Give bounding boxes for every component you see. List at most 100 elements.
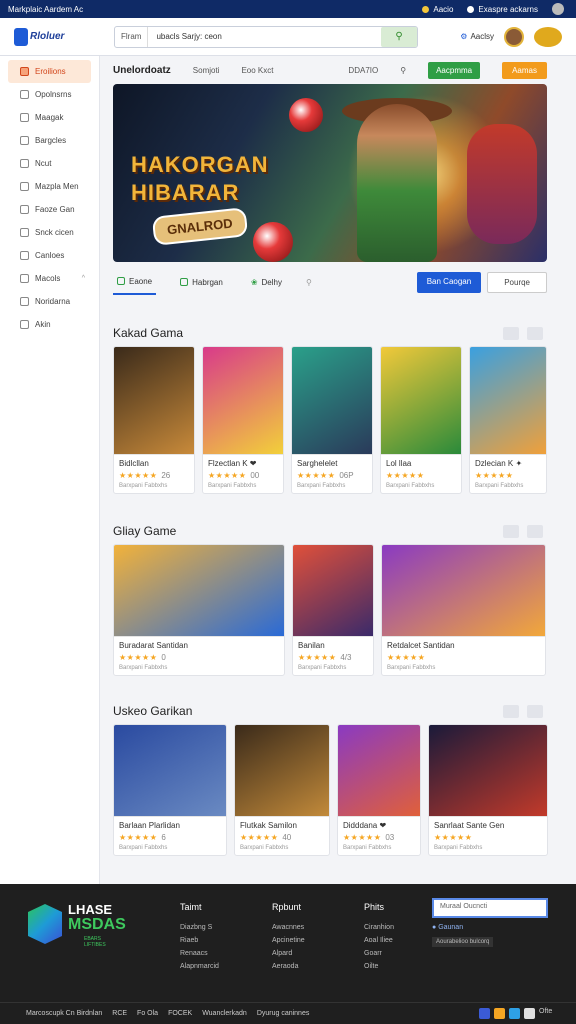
footer-link[interactable]: Aeraoda <box>272 963 305 970</box>
game-title[interactable]: Retdalcet Santidan <box>387 641 540 650</box>
footer-link[interactable]: Renaacs <box>180 950 219 957</box>
search-button[interactable]: ⚲ <box>381 26 417 47</box>
game-title[interactable]: Barlaan Plarlidan <box>119 821 221 830</box>
primary-button[interactable]: Ban Caogan <box>416 271 482 293</box>
footer-bottom-link[interactable]: Dyurug caninnes <box>257 1010 310 1017</box>
footer-bottom-link[interactable]: Fo Ola <box>137 1010 158 1017</box>
facebook-icon[interactable] <box>479 1008 490 1019</box>
footer-bottom-link[interactable]: FOCEK <box>168 1010 192 1017</box>
prev-icon[interactable] <box>503 327 519 340</box>
search-bar[interactable]: Flram ubacls Sarjy: ceon ⚲ <box>114 25 418 48</box>
game-thumbnail[interactable] <box>114 725 226 817</box>
game-card[interactable]: Buradarat Santidan ★★★★★ 0 Barxpani Fabbxhs <box>113 544 285 676</box>
footer-link[interactable]: Aoal Iliee <box>364 937 394 944</box>
game-card[interactable]: Didddana ❤ ★★★★★ 03 Barxpani Fabbxhs <box>337 724 421 856</box>
next-icon[interactable] <box>527 705 543 718</box>
game-thumbnail[interactable] <box>235 725 329 817</box>
game-thumbnail[interactable] <box>470 347 546 455</box>
game-thumbnail[interactable] <box>382 545 545 637</box>
rss-icon[interactable] <box>494 1008 505 1019</box>
sidebar-item-4[interactable]: Ncut <box>8 152 91 175</box>
game-thumbnail[interactable] <box>292 347 372 455</box>
subnav-item-4[interactable]: DDA7IO <box>348 66 378 75</box>
twitter-icon[interactable] <box>509 1008 520 1019</box>
user-avatar[interactable] <box>504 26 524 47</box>
game-title[interactable]: Flutkak Samilon <box>240 821 324 830</box>
tab-1[interactable]: Eaone <box>113 269 157 295</box>
footer-link[interactable]: Ciranhion <box>364 924 394 931</box>
topbar-link-2[interactable]: Exaspre ackarns <box>467 5 538 14</box>
game-thumbnail[interactable] <box>338 725 420 817</box>
game-card[interactable]: Sanrlaat Sante Gen ★★★★★ Barxpani Fabbxhs <box>428 724 548 856</box>
green-action-button[interactable]: Aacpmma <box>428 61 481 79</box>
search-input[interactable]: ubacls Sarjy: ceon <box>148 32 381 41</box>
tab-2[interactable]: Habrgan <box>176 269 227 295</box>
subnav-item-2[interactable]: Somjoti <box>193 66 220 75</box>
globe-icon[interactable] <box>524 1008 535 1019</box>
newsletter-input[interactable]: Muraal Oucncti <box>432 898 548 918</box>
game-title[interactable]: Sanrlaat Sante Gen <box>434 821 542 830</box>
game-thumbnail[interactable] <box>293 545 373 637</box>
sidebar-item-11[interactable]: Akin <box>8 313 91 336</box>
sidebar-item-1[interactable]: Opolnsrns <box>8 83 91 106</box>
game-thumbnail[interactable] <box>381 347 461 455</box>
sidebar-item-8[interactable]: Canloes <box>8 244 91 267</box>
game-title[interactable]: Bidlcllan <box>119 459 189 468</box>
footer-social-label[interactable]: Ofte <box>539 1008 552 1019</box>
footer-link[interactable]: Diazbng S <box>180 924 219 931</box>
footer-bottom-link[interactable]: RCE <box>112 1010 127 1017</box>
footer-bottom-link[interactable]: Wuanclerkadn <box>202 1010 247 1017</box>
subnav-item-1[interactable]: Unelordoatz <box>113 65 171 76</box>
coins-icon[interactable] <box>534 26 562 47</box>
game-card[interactable]: Sarghelelet ★★★★★ 06P Barxpani Fabbxhs <box>291 346 373 494</box>
chevron-up-icon[interactable]: ^ <box>82 275 85 282</box>
game-title[interactable]: Didddana ❤ <box>343 821 415 830</box>
secondary-button[interactable]: Pourqe <box>487 271 547 293</box>
topbar-link-1[interactable]: Aacio <box>422 5 453 14</box>
sidebar-item-3[interactable]: Bargcles <box>8 129 91 152</box>
game-card[interactable]: Bidlcllan ★★★★★ 26 Barxpani Fabbxhs <box>113 346 195 494</box>
hero-badge[interactable]: GNALROD <box>151 207 248 246</box>
game-title[interactable]: Flzectlan K ❤ <box>208 459 278 468</box>
game-card[interactable]: Dzlecian K ✦ ★★★★★ Barxpani Fabbxhs <box>469 346 547 494</box>
game-thumbnail[interactable] <box>114 347 194 455</box>
game-title[interactable]: Dzlecian K ✦ <box>475 459 541 468</box>
search-scope[interactable]: Flram <box>115 26 149 47</box>
footer-link[interactable]: Oilte <box>364 963 394 970</box>
newsletter-checkbox[interactable]: ● Gaunan <box>432 924 463 931</box>
game-title[interactable]: Lol llaa <box>386 459 456 468</box>
sidebar-item-9[interactable]: Macols ^ <box>8 267 91 290</box>
orange-action-button[interactable]: Aamas <box>502 61 547 79</box>
game-thumbnail[interactable] <box>114 545 284 637</box>
game-thumbnail[interactable] <box>429 725 547 817</box>
game-title[interactable]: Banilan <box>298 641 368 650</box>
sidebar-item-0[interactable]: Eroilions <box>8 60 91 83</box>
game-card[interactable]: Banilan ★★★★★ 4/3 Barxpani Fabbxhs <box>292 544 374 676</box>
prev-icon[interactable] <box>503 525 519 538</box>
next-icon[interactable] <box>527 327 543 340</box>
sidebar-item-2[interactable]: Maagak <box>8 106 91 129</box>
footer-link[interactable]: Alapnmarcid <box>180 963 219 970</box>
next-icon[interactable] <box>527 525 543 538</box>
subnav-item-3[interactable]: Eoo Kxct <box>241 66 273 75</box>
sidebar-item-10[interactable]: Noridarna <box>8 290 91 313</box>
game-title[interactable]: Sarghelelet <box>297 459 367 468</box>
sidebar-item-5[interactable]: Mazpla Men <box>8 175 91 198</box>
game-card[interactable]: Flutkak Samilon ★★★★★ 40 Barxpani Fabbxhs <box>234 724 330 856</box>
game-thumbnail[interactable] <box>203 347 283 455</box>
game-card[interactable]: Lol llaa ★★★★★ Barxpani Fabbxhs <box>380 346 462 494</box>
prev-icon[interactable] <box>503 705 519 718</box>
footer-link[interactable]: Goarr <box>364 950 394 957</box>
user-avatar-icon[interactable] <box>552 3 564 15</box>
search-icon[interactable]: ⚲ <box>306 278 312 287</box>
game-card[interactable]: Flzectlan K ❤ ★★★★★ 00 Barxpani Fabbxhs <box>202 346 284 494</box>
footer-link[interactable]: Riaeb <box>180 937 219 944</box>
footer-link[interactable]: Awacnnes <box>272 924 305 931</box>
sidebar-item-7[interactable]: Snck cicen <box>8 221 91 244</box>
hero-banner[interactable]: HAKORGAN HIBARAR GNALROD <box>113 84 547 262</box>
search-icon[interactable]: ⚲ <box>400 66 406 75</box>
footer-bottom-link[interactable]: Marcoscupk Cn Birdnlan <box>26 1010 102 1017</box>
game-title[interactable]: Buradarat Santidan <box>119 641 279 650</box>
game-card[interactable]: Barlaan Plarlidan ★★★★★ 6 Barxpani Fabbxhs <box>113 724 227 856</box>
site-logo[interactable]: Rloluer <box>14 24 70 50</box>
